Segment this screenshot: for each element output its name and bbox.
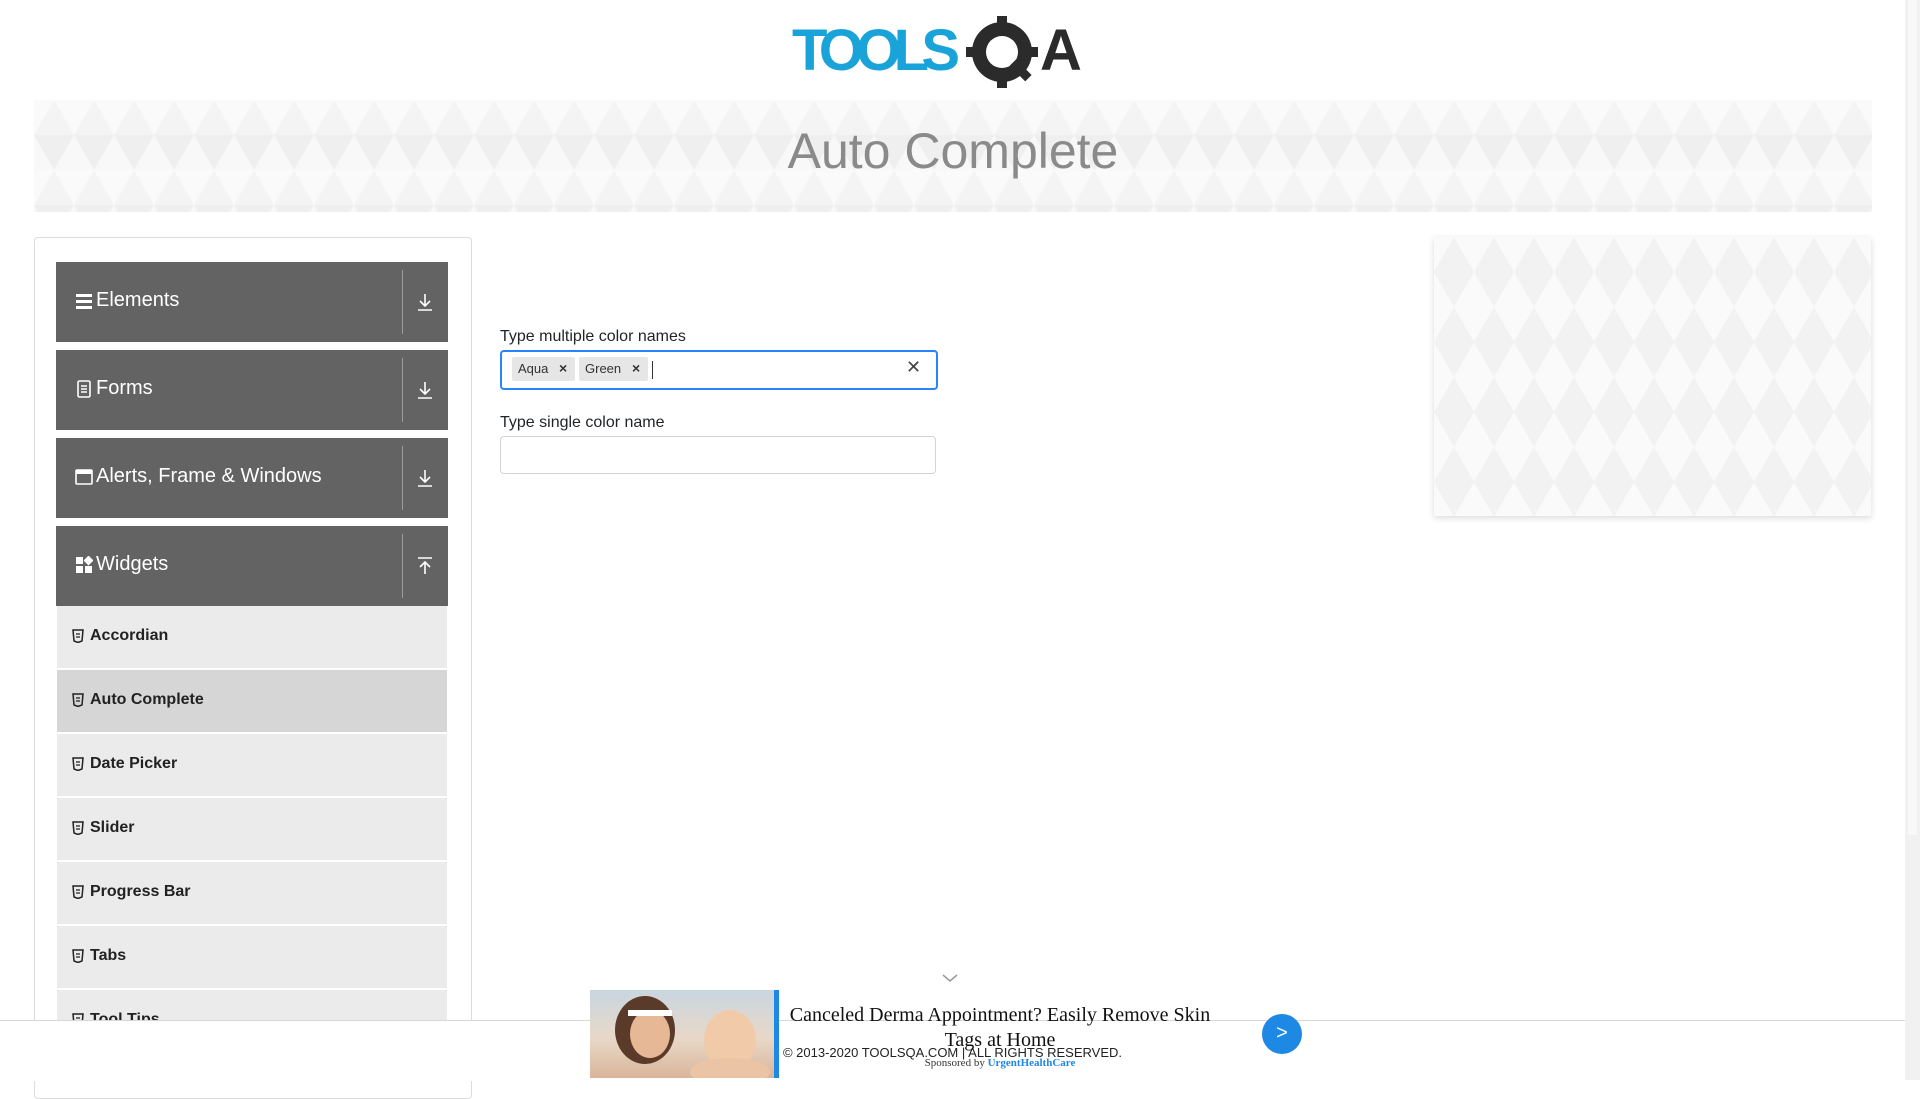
page-banner: Auto Complete [34,100,1872,212]
window-icon [75,469,93,485]
chip-label: Green [585,361,622,376]
mother-baby-photo [615,996,770,1078]
sidebar-group-forms[interactable]: Forms [56,350,448,430]
sidebar-item-tabs[interactable]: Tabs [57,926,447,990]
html5-icon [72,949,84,963]
ad-image[interactable] [590,990,774,1078]
chip-label: Aqua [518,361,549,376]
sidebar: Elements Forms Alerts, Frame & Windows W… [34,237,472,1099]
chevron-down-icon[interactable] [941,972,959,984]
sidebar-item-label: Progress Bar [90,883,191,900]
html5-icon [72,757,84,771]
sidebar-group-label: Widgets [96,553,169,575]
color-chip-green: Green × [579,357,648,381]
sidebar-group-widgets[interactable]: Widgets [56,526,448,606]
logo-text-tools: TOOLS [792,18,960,83]
sidebar-group-elements[interactable]: Elements [56,262,448,342]
sidebar-item-date-picker[interactable]: Date Picker [57,734,447,798]
sidebar-item-label: Slider [90,819,135,836]
upload-arrow-icon[interactable] [415,554,435,578]
clear-all-icon[interactable]: ✕ [906,357,921,378]
download-arrow-icon[interactable] [415,290,435,314]
multiple-colors-input[interactable]: Aqua × Green × ✕ [500,350,938,390]
sidebar-group-alerts-frame-windows[interactable]: Alerts, Frame & Windows [56,438,448,518]
single-color-input[interactable] [500,436,936,474]
html5-icon [72,821,84,835]
ad-banner-bottom[interactable]: Canceled Derma Appointment? Easily Remov… [590,990,1302,1078]
divider [402,270,403,334]
ad-accent-bar [774,990,779,1078]
sidebar-item-label: Date Picker [90,755,178,772]
page-title: Auto Complete [787,123,1119,179]
widgets-icon [76,556,93,573]
ad-next-button[interactable]: > [1262,1014,1302,1054]
html5-icon [72,629,84,643]
html5-icon [72,693,84,707]
sidebar-item-label: Tabs [90,947,127,964]
download-arrow-icon[interactable] [415,466,435,490]
logo-text-a: A [1040,18,1082,83]
sidebar-item-auto-complete[interactable]: Auto Complete [57,670,447,734]
single-color-label: Type single color name [500,414,665,431]
sidebar-item-accordian[interactable]: Accordian [57,606,447,670]
sidebar-item-slider[interactable]: Slider [57,798,447,862]
multiple-colors-label: Type multiple color names [500,328,686,345]
sidebar-item-label: Auto Complete [90,691,204,708]
list-icon [76,294,92,309]
toolsqa-logo[interactable]: TOOLS A [792,14,1117,92]
divider [402,446,403,510]
sponsor-link[interactable]: UrgentHealthCare [988,1057,1076,1069]
download-arrow-icon[interactable] [415,378,435,402]
sidebar-item-progress-bar[interactable]: Progress Bar [57,862,447,926]
sidebar-group-label: Alerts, Frame & Windows [96,465,322,487]
sidebar-group-label: Elements [96,289,180,311]
scrollbar-thumb[interactable] [1908,0,1917,835]
ad-headline[interactable]: Canceled Derma Appointment? Easily Remov… [785,1003,1215,1053]
html5-icon [72,885,84,899]
header: TOOLS A [0,0,1905,100]
sponsored-by-text: Sponsored by [924,1057,985,1069]
ad-sponsor-line: Sponsored by UrgentHealthCare [785,1057,1215,1069]
color-chip-aqua: Aqua × [512,357,575,381]
sidebar-group-label: Forms [96,377,153,399]
text-cursor [652,361,653,379]
chip-remove-icon[interactable]: × [632,360,640,376]
sidebar-item-label: Accordian [90,627,169,644]
chip-remove-icon[interactable]: × [559,360,567,376]
divider [402,534,403,598]
gear-icon [966,16,1038,88]
document-icon [77,380,91,398]
ad-banner-right[interactable] [1434,237,1871,516]
divider [402,358,403,422]
